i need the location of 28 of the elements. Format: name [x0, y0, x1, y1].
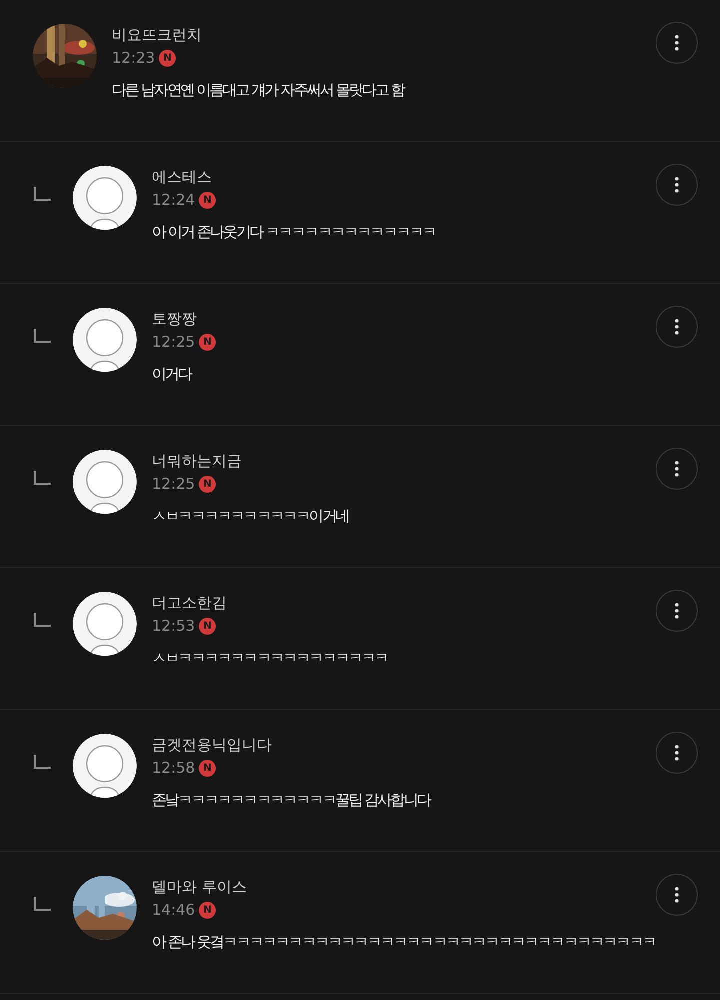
new-badge: N [159, 50, 176, 66]
comment-time: 12:25 [152, 475, 196, 493]
comment-text: 다른 남자연옌 이름대고 걔가 자주써서 몰랏다고 함 [112, 81, 404, 100]
new-badge: N [199, 334, 216, 350]
comment-text: 존낰ㅋㅋㅋㅋㅋㅋㅋㅋㅋㅋㅋㅋ꿀팁 감사합니다 [152, 791, 430, 810]
new-badge: N [199, 760, 216, 776]
comment-text: 아 존나 웃곀ㅋㅋㅋㅋㅋㅋㅋㅋㅋㅋㅋㅋㅋㅋㅋㅋㅋㅋㅋㅋㅋㅋㅋㅋㅋㅋㅋㅋㅋㅋㅋㅋㅋ [152, 933, 656, 952]
author-name: 델마와 루이스 [152, 877, 248, 898]
comment-text: ㅅㅂㅋㅋㅋㅋㅋㅋㅋㅋㅋㅋㅋㅋㅋㅋㅋㅋ [152, 649, 388, 668]
author-name: 너뭐하는지금 [152, 451, 243, 472]
author-name: 더고소한김 [152, 593, 228, 614]
comment-time: 12:53 [152, 617, 196, 635]
author-name: 에스테스 [152, 167, 213, 188]
author-name: 토짱짱 [152, 309, 198, 330]
comment-text: 이거다 [152, 365, 192, 384]
comment-text: 아 이거 존나웃기다 ㅋㅋㅋㅋㅋㅋㅋㅋㅋㅋㅋㅋㅋ [152, 223, 436, 242]
comment-time: 14:46 [152, 901, 196, 919]
new-badge: N [199, 476, 216, 492]
comment-time: 12:25 [152, 333, 196, 351]
new-badge: N [199, 902, 216, 918]
author-name: 비요뜨크런치 [112, 25, 203, 46]
new-badge: N [199, 192, 216, 208]
author-name: 금겟전용닉입니다 [152, 735, 273, 756]
comment-time: 12:23 [112, 49, 156, 67]
comment-time: 12:24 [152, 191, 196, 209]
new-badge: N [199, 618, 216, 634]
comment-time: 12:58 [152, 759, 196, 777]
comment-text: ㅅㅂㅋㅋㅋㅋㅋㅋㅋㅋㅋㅋ이거네 [152, 507, 349, 526]
